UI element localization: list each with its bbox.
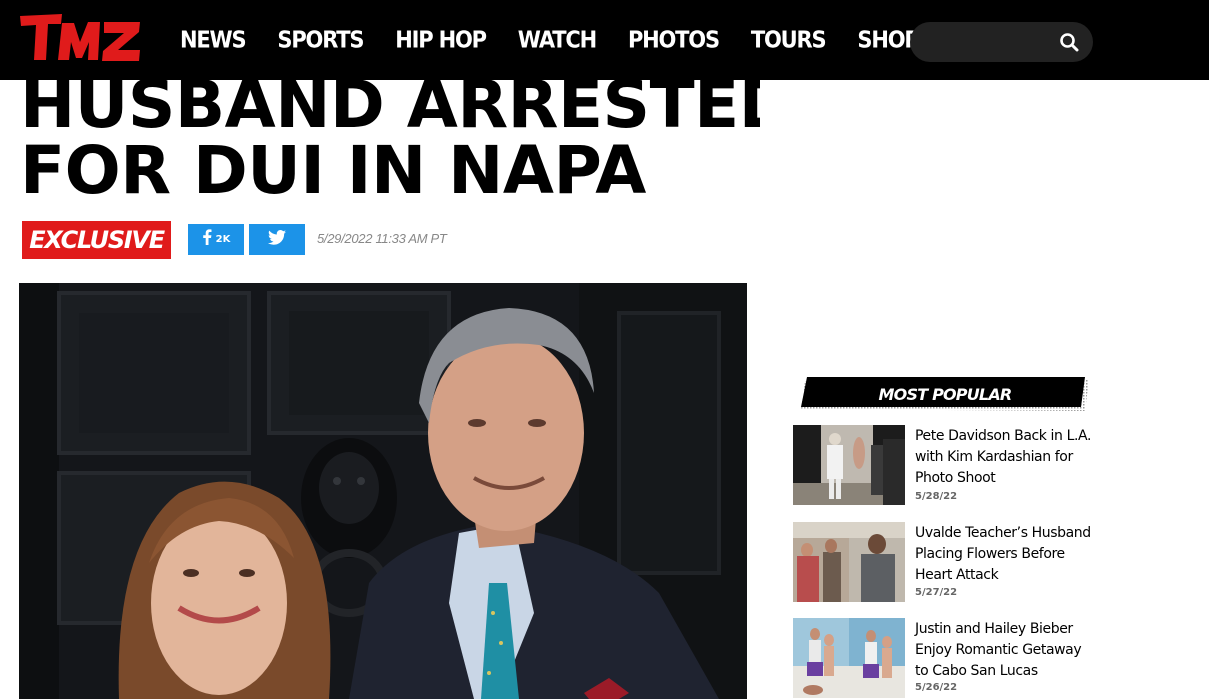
facebook-icon <box>202 229 212 250</box>
main-nav: NEWS SPORTS HIP HOP WATCH PHOTOS TOURS S… <box>180 0 951 80</box>
twitter-share-button[interactable] <box>249 224 305 255</box>
search-input[interactable] <box>924 30 1054 54</box>
popular-item-date: 5/26/22 <box>915 682 958 693</box>
tmz-logo[interactable] <box>18 12 144 66</box>
popular-item-thumbnail[interactable] <box>793 618 905 698</box>
popular-item-3[interactable]: Justin and Hailey Bieber Enjoy Romantic … <box>793 618 1093 699</box>
nav-tours[interactable]: TOURS <box>751 27 827 53</box>
article-headline: HUSBAND ARRESTED FOR DUI IN NAPA <box>20 80 760 210</box>
facebook-share-count: 2K <box>215 234 231 245</box>
nav-photos[interactable]: PHOTOS <box>628 27 720 53</box>
popular-item-thumbnail[interactable] <box>793 522 905 602</box>
article-timestamp: 5/29/2022 11:33 AM PT <box>317 231 447 246</box>
headline-line-1: HUSBAND ARRESTED <box>20 80 760 143</box>
popular-item-title[interactable]: Uvalde Teacher’s Husband Placing Flowers… <box>915 523 1093 586</box>
most-popular-header: MOST POPULAR <box>801 377 1089 411</box>
top-navigation-bar: NEWS SPORTS HIP HOP WATCH PHOTOS TOURS S… <box>0 0 1209 80</box>
nav-news[interactable]: NEWS <box>180 27 247 53</box>
headline-line-2: FOR DUI IN NAPA <box>20 132 646 209</box>
popular-item-1[interactable]: Pete Davidson Back in L.A. with Kim Kard… <box>793 425 1093 515</box>
search-box <box>910 22 1093 62</box>
nav-sports[interactable]: SPORTS <box>277 27 364 53</box>
popular-item-title[interactable]: Justin and Hailey Bieber Enjoy Romantic … <box>915 619 1093 682</box>
popular-item-date: 5/28/22 <box>915 491 958 502</box>
popular-item-thumbnail[interactable] <box>793 425 905 505</box>
nav-hip-hop[interactable]: HIP HOP <box>395 27 487 53</box>
facebook-share-button[interactable]: 2K <box>188 224 244 255</box>
search-icon[interactable] <box>1059 32 1079 52</box>
most-popular-title: MOST POPULAR <box>878 384 1013 404</box>
nav-watch[interactable]: WATCH <box>518 27 597 53</box>
popular-item-2[interactable]: Uvalde Teacher’s Husband Placing Flowers… <box>793 522 1093 612</box>
twitter-icon <box>268 229 286 250</box>
popular-item-date: 5/27/22 <box>915 587 958 598</box>
exclusive-badge: EXCLUSIVE <box>22 221 171 259</box>
popular-item-title[interactable]: Pete Davidson Back in L.A. with Kim Kard… <box>915 426 1093 489</box>
article-hero-image[interactable] <box>19 283 747 699</box>
